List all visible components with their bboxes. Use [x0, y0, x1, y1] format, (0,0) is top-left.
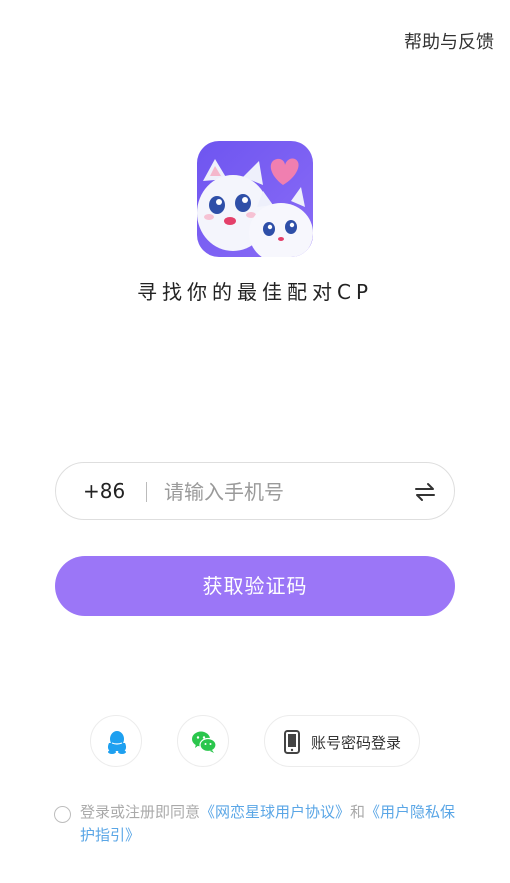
agreement-checkbox[interactable] [54, 806, 71, 823]
country-code-selector[interactable]: +86 [83, 479, 125, 503]
agreement-prefix: 登录或注册即同意 [80, 803, 201, 821]
get-verification-code-button[interactable]: 获取验证码 [55, 556, 455, 616]
wechat-login-button[interactable] [177, 715, 229, 767]
agreement-conjunction: 和 [350, 803, 366, 821]
phone-number-input[interactable] [164, 475, 394, 509]
agreement-text: 登录或注册即同意《网恋星球用户协议》和《用户隐私保护指引》 [80, 801, 470, 847]
qq-login-button[interactable] [90, 715, 142, 767]
divider [146, 482, 147, 502]
app-slogan: 寻找你的最佳配对CP [136, 280, 374, 304]
app-logo [197, 141, 313, 257]
qq-icon [107, 731, 127, 754]
mobile-phone-icon [284, 730, 300, 754]
swap-arrows-icon[interactable] [414, 482, 436, 502]
help-feedback-link[interactable]: 帮助与反馈 [404, 28, 494, 54]
account-login-label: 账号密码登录 [311, 734, 402, 752]
account-password-login-button[interactable]: 账号密码登录 [264, 715, 420, 767]
phone-input-group: +86 [55, 462, 455, 520]
user-agreement-link[interactable]: 《网恋星球用户协议》 [200, 803, 350, 821]
wechat-icon [192, 731, 217, 753]
